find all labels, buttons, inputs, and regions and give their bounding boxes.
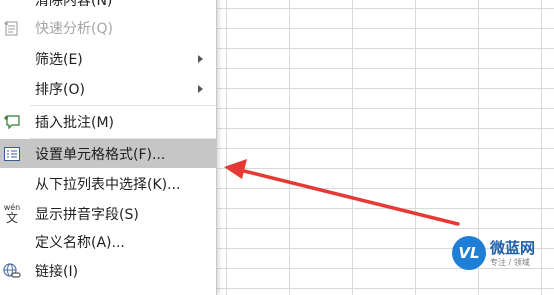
watermark-logo: VL [452,236,486,270]
watermark-subtitle: 专注 / 领域 [490,258,530,267]
watermark: VL 微蓝网 专注 / 领域 [452,234,552,274]
watermark-title: 微蓝网 [490,239,536,257]
